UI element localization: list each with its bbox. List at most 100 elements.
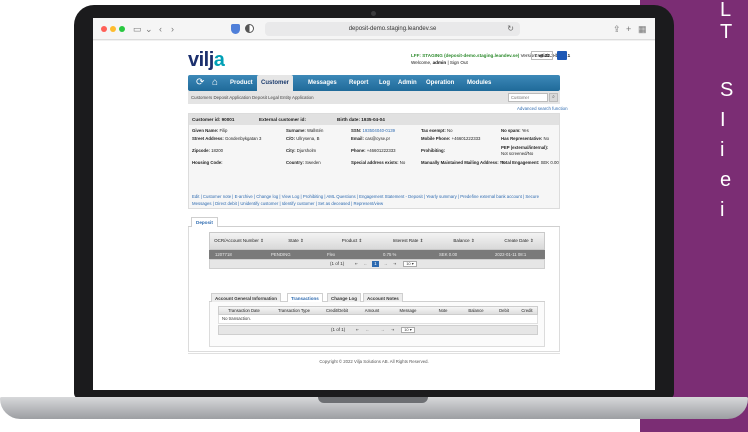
customer-id: Customer id: 90001 (192, 117, 235, 122)
zipcode-field: Zipcode: 18200 (192, 148, 224, 153)
breadcrumb[interactable]: Customers Deposit Application Deposit Le… (191, 91, 314, 104)
col-transaction-type[interactable]: Transaction Type (269, 307, 319, 314)
col-balance[interactable]: Balance (459, 307, 493, 314)
vilja-logo[interactable]: vilja (188, 49, 225, 72)
address-bar[interactable]: deposit-demo.staging.leandev.se ↻ (265, 22, 520, 36)
last-page-button[interactable]: ⇥ (391, 261, 398, 267)
deposit-tabs: Deposit (188, 216, 560, 227)
street-field: Street Address: Gondenbykgatan 3 (192, 136, 262, 141)
pep-value: Not screened/No (501, 151, 534, 156)
share-icon[interactable]: ⇪ (613, 23, 621, 35)
minimize-window-button[interactable] (110, 26, 116, 32)
nav-messages[interactable]: Messages (308, 75, 337, 91)
side-letter: i (720, 199, 725, 221)
email-field: Email: cas@cyse.pr (351, 136, 391, 141)
last-page-button[interactable]: ⇥ (389, 327, 396, 333)
cell-state: PENDING (271, 252, 291, 257)
cell-ocr: 1207718 (215, 252, 232, 257)
prev-page-button[interactable]: ← (364, 327, 371, 333)
col-credit-debit[interactable]: Credit/Debit (319, 307, 355, 314)
col-note[interactable]: Note (427, 307, 459, 314)
nav-report[interactable]: Report (349, 75, 368, 91)
forward-icon[interactable]: › (171, 23, 174, 35)
col-interest-rate[interactable]: Interest Rate ⇕ (380, 233, 436, 249)
tab-account-general-info[interactable]: Account General Information (211, 293, 282, 302)
copyright: Copyright © 2022 Vilja Solutions AB. All… (319, 359, 429, 364)
nav-product[interactable]: Product (230, 75, 253, 91)
mobile-field: Mobile Phone: +46601222333 (421, 136, 481, 141)
camera (371, 11, 376, 16)
side-letter: I (720, 109, 726, 131)
nav-admin[interactable]: Admin (398, 75, 417, 91)
customer-search-input[interactable] (508, 93, 548, 102)
first-page-button[interactable]: ⇤ (354, 327, 361, 333)
surname-field: Surname: Wallstén (286, 128, 324, 133)
col-message[interactable]: Message (389, 307, 427, 314)
new-tab-icon[interactable]: + (626, 23, 631, 35)
col-debit[interactable]: Debit (493, 307, 515, 314)
col-transaction-date[interactable]: Transaction Date (219, 307, 269, 314)
deposit-panel: OCR/Account Number ⇕ State ⇕ Product ⇕ I… (188, 227, 560, 352)
customer-card: Customer id: 90001 External customer id:… (188, 113, 560, 209)
language-select[interactable]: English (531, 51, 553, 60)
first-page-button[interactable]: ⇤ (353, 261, 360, 267)
close-window-button[interactable] (101, 26, 107, 32)
page-size-select[interactable]: 10 ▾ (401, 327, 415, 333)
browser-toolbar: ▭ ⌄ ‹ › deposit-demo.staging.leandev.se … (93, 18, 655, 40)
has-representative-field: Has Representative: No (501, 136, 550, 141)
manual-mailing-field: Manually Maintained Mailing Address: No (421, 160, 506, 165)
privacy-icon[interactable] (245, 24, 254, 33)
tab-deposit[interactable]: Deposit (191, 217, 218, 227)
nav-modules[interactable]: Modules (467, 75, 491, 91)
chevron-down-icon[interactable]: ⌄ (145, 23, 153, 35)
current-page-button[interactable]: 1 (372, 261, 379, 267)
customer-action-links[interactable]: Edit | Customer note | E-archive | Chang… (192, 194, 556, 207)
reload-icon[interactable]: ↻ (507, 24, 514, 33)
nav-log[interactable]: Log (379, 75, 390, 91)
nav-operation[interactable]: Operation (426, 75, 454, 91)
sign-out-link[interactable]: | Sign Out (447, 60, 467, 65)
search-icon[interactable]: ⌕ (549, 93, 558, 102)
nav-customer[interactable]: Customer (257, 75, 294, 91)
refresh-icon[interactable]: ⟳ (196, 77, 204, 88)
col-ocr[interactable]: OCR/Account Number ⇕ (210, 233, 268, 249)
prev-page-button[interactable]: ← (362, 261, 369, 267)
side-letter: L (720, 0, 732, 21)
next-page-button[interactable]: → (382, 261, 389, 267)
col-state[interactable]: State ⇕ (268, 233, 324, 249)
total-engagement-field: Total Engagement: SEK 0.00 (501, 160, 559, 165)
deposit-table-header: OCR/Account Number ⇕ State ⇕ Product ⇕ I… (209, 232, 545, 250)
empty-transactions-row: No transaction. (218, 315, 538, 324)
main-nav: ⟳ ⌂ Product Customer Messages Report Log… (188, 75, 560, 91)
table-row[interactable]: 1207718 PENDING Flex 0.75 % SEK 0.00 202… (209, 250, 545, 259)
tab-account-notes[interactable]: Account Notes (363, 293, 403, 302)
customer-header: Customer id: 90001 External customer id:… (189, 114, 559, 125)
tabs-overview-icon[interactable]: ▦ (638, 23, 647, 35)
shield-icon[interactable] (231, 24, 240, 34)
cell-balance: SEK 0.00 (439, 252, 458, 257)
ssn-field: SSN: 193504040-0139 (351, 128, 395, 133)
back-icon[interactable]: ‹ (159, 23, 162, 35)
col-amount[interactable]: Amount (355, 307, 389, 314)
laptop-screen: ▭ ⌄ ‹ › deposit-demo.staging.leandev.se … (93, 18, 655, 390)
col-balance[interactable]: Balance ⇕ (436, 233, 492, 249)
flag-icon[interactable] (557, 51, 567, 60)
side-text: L T S I i e i (718, 0, 748, 432)
col-credit[interactable]: Credit (515, 307, 539, 314)
sidebar-icon[interactable]: ▭ (133, 23, 142, 35)
next-page-button[interactable]: → (379, 327, 386, 333)
maximize-window-button[interactable] (119, 26, 125, 32)
side-letter: i (720, 139, 725, 161)
tab-transactions[interactable]: Transactions (287, 293, 323, 302)
page-count: (1 of 1) (331, 327, 346, 332)
page-count: (1 of 1) (330, 261, 345, 266)
page-size-select[interactable]: 10 ▾ (403, 261, 417, 267)
col-product[interactable]: Product ⇕ (324, 233, 380, 249)
given-name-field: Given Name: Filip (192, 128, 228, 133)
co-field: C/O: Ullrysena, B (286, 136, 320, 141)
account-detail-tabs: Account General Information Transactions… (209, 292, 545, 302)
home-icon[interactable]: ⌂ (212, 77, 218, 88)
col-create-date[interactable]: Create Date ⇕ (492, 233, 546, 249)
tab-change-log[interactable]: Change Log (327, 293, 361, 302)
advanced-search-link[interactable]: Advanced search function (517, 106, 568, 111)
